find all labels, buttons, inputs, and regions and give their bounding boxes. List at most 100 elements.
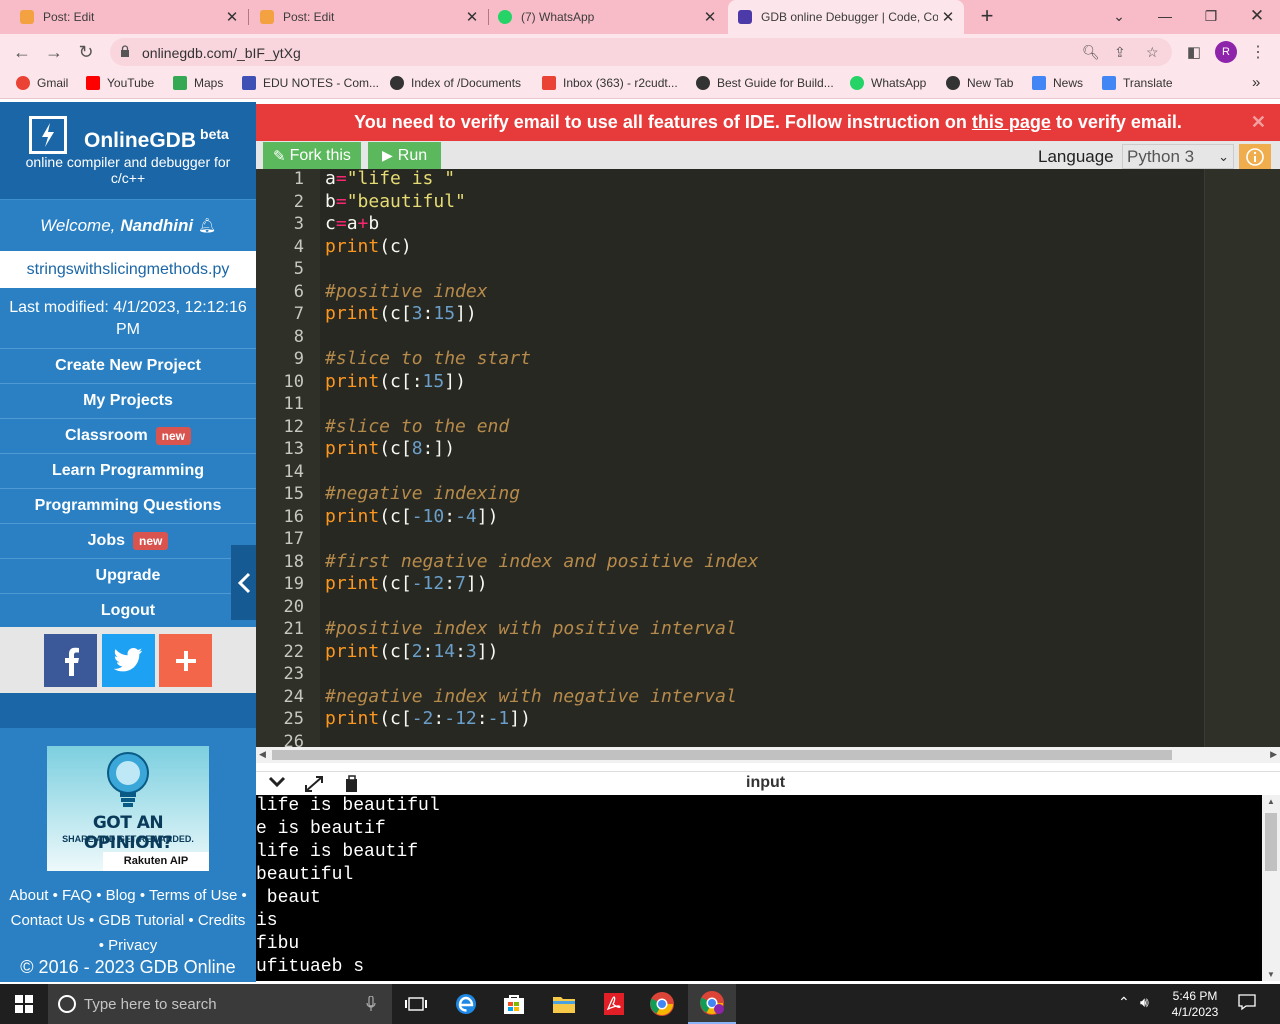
bookmark-maps[interactable]: Maps xyxy=(173,76,223,90)
browser-tab[interactable]: Post: Edit ✕ xyxy=(240,0,488,34)
bookmark-star-icon[interactable]: ☆ xyxy=(1146,44,1159,61)
task-view-icon[interactable] xyxy=(392,984,440,1024)
forward-button[interactable]: → xyxy=(40,38,68,66)
close-icon[interactable]: ✕ xyxy=(222,8,242,26)
code-line[interactable]: print(c[-2:-12:-1]) xyxy=(325,708,531,731)
bookmark-inbox[interactable]: Inbox (363) - r2cudt... xyxy=(542,76,678,90)
bookmark-news[interactable]: News xyxy=(1032,76,1083,90)
windows-start-icon[interactable] xyxy=(0,984,48,1024)
scroll-down-icon[interactable]: ▼ xyxy=(1267,970,1275,979)
verify-link[interactable]: this page xyxy=(972,112,1051,133)
microphone-icon[interactable] xyxy=(366,996,376,1012)
browser-tab-active[interactable]: GDB online Debugger | Code, Co ✕ xyxy=(728,0,964,34)
microsoft-store-icon[interactable] xyxy=(490,984,538,1024)
brand-name[interactable]: OnlineGDB beta xyxy=(84,126,229,153)
footer-links[interactable]: About • FAQ • Blog • Terms of Use • Cont… xyxy=(0,883,256,958)
share-icon[interactable]: ⇪ xyxy=(1114,44,1126,61)
volume-icon[interactable]: 🔊︎ xyxy=(1140,994,1149,1011)
run-button[interactable]: ▶ Run xyxy=(368,142,442,169)
code-line[interactable]: print(c[:15]) xyxy=(325,371,466,394)
scrollbar-thumb[interactable] xyxy=(272,750,1172,760)
vertical-scrollbar[interactable]: ▲ ▼ xyxy=(1262,795,1280,981)
chrome-profile-icon[interactable] xyxy=(688,984,736,1024)
project-filename[interactable]: stringswithslicingmethods.py xyxy=(0,251,256,288)
code-line[interactable]: c=a+b xyxy=(325,213,379,236)
advertisement[interactable]: GOT AN OPINION? SHARE AND GET REWARDED. … xyxy=(47,746,209,871)
edge-browser-icon[interactable] xyxy=(442,984,490,1024)
output-console[interactable]: life is beautiful e is beautif life is bea… xyxy=(256,795,1262,981)
code-line[interactable]: print(c[2:14:3]) xyxy=(325,641,498,664)
language-select[interactable]: Python 3 ⌄ xyxy=(1122,144,1234,169)
system-clock[interactable]: 5:46 PM 4/1/2023 xyxy=(1164,988,1226,1020)
bookmark-whatsapp[interactable]: WhatsApp xyxy=(850,76,926,90)
avatar[interactable]: R xyxy=(1215,41,1237,63)
browser-tab[interactable]: Post: Edit ✕ xyxy=(0,0,248,34)
code-line[interactable]: print(c[-12:7]) xyxy=(325,573,488,596)
side-panel-icon[interactable]: ◧ xyxy=(1180,38,1208,66)
footer-links-row[interactable]: Contact Us • GDB Tutorial • Credits xyxy=(0,908,256,933)
scroll-up-icon[interactable]: ▲ xyxy=(1267,797,1275,806)
code-line[interactable]: #positive index with positive interval xyxy=(325,618,737,641)
menu-programming-questions[interactable]: Programming Questions xyxy=(0,488,256,523)
code-line[interactable]: print(c) xyxy=(325,236,412,259)
menu-logout[interactable]: Logout xyxy=(0,593,256,628)
close-icon[interactable]: ✕ xyxy=(1251,112,1266,133)
menu-classroom[interactable]: Classroom new xyxy=(0,418,256,453)
code-area[interactable]: a="life is " b="beautiful" c=a+b print(c) #p… xyxy=(320,169,1204,747)
tab-search-icon[interactable]: ⌄ xyxy=(1096,0,1142,32)
code-line[interactable]: b="beautiful" xyxy=(325,191,466,214)
fork-button[interactable]: ✎ Fork this xyxy=(263,142,361,169)
menu-create-new-project[interactable]: Create New Project xyxy=(0,348,256,383)
scroll-right-icon[interactable]: ▶ xyxy=(1270,749,1277,760)
bookmark-best-guide[interactable]: Best Guide for Build... xyxy=(696,76,834,90)
notification-icon[interactable] xyxy=(1238,993,1256,1016)
menu-upgrade[interactable]: Upgrade xyxy=(0,558,256,593)
code-line[interactable]: #slice to the start xyxy=(325,348,531,371)
file-explorer-icon[interactable] xyxy=(540,984,588,1024)
code-line[interactable]: #slice to the end xyxy=(325,416,509,439)
back-button[interactable]: ← xyxy=(8,38,36,66)
url-input[interactable]: onlinegdb.com/_bIF_ytXg 🔍︎ ⇪ ☆ xyxy=(110,38,1172,66)
bookmark-edu-notes[interactable]: EDU NOTES - Com... xyxy=(242,76,379,90)
bookmark-gmail[interactable]: Gmail xyxy=(16,76,68,90)
code-line[interactable]: print(c[3:15]) xyxy=(325,303,477,326)
browser-tab[interactable]: (7) WhatsApp ✕ xyxy=(478,0,726,34)
footer-links-row[interactable]: About • FAQ • Blog • Terms of Use • xyxy=(0,883,256,908)
new-tab-button[interactable]: + xyxy=(964,0,1010,32)
window-close-button[interactable]: ✕ xyxy=(1234,0,1280,32)
footer-links-row[interactable]: • Privacy xyxy=(0,933,256,958)
code-line[interactable]: #positive index xyxy=(325,281,488,304)
close-icon[interactable]: ✕ xyxy=(938,8,958,26)
menu-jobs[interactable]: Jobs new xyxy=(0,523,256,558)
code-line[interactable]: print(c[-10:-4]) xyxy=(325,506,498,529)
show-hidden-icons-icon[interactable]: ⌃ xyxy=(1118,994,1130,1011)
facebook-icon[interactable] xyxy=(44,634,97,687)
plus-share-icon[interactable] xyxy=(159,634,212,687)
minimize-button[interactable]: — xyxy=(1142,0,1188,32)
close-icon[interactable]: ✕ xyxy=(700,8,720,26)
kebab-menu-icon[interactable]: ⋮ xyxy=(1244,38,1272,66)
code-line[interactable]: #first negative index and positive index xyxy=(325,551,758,574)
collapse-sidebar-button[interactable] xyxy=(231,545,256,620)
bookmark-translate[interactable]: Translate xyxy=(1102,76,1173,90)
scrollbar-thumb[interactable] xyxy=(1265,813,1277,871)
bell-icon[interactable]: 🔔︎ xyxy=(198,217,216,234)
reload-button[interactable]: ↻ xyxy=(72,38,100,66)
more-bookmarks-icon[interactable]: » xyxy=(1252,74,1260,91)
menu-my-projects[interactable]: My Projects xyxy=(0,383,256,418)
lightning-logo-icon[interactable] xyxy=(29,116,67,154)
bookmark-new-tab[interactable]: New Tab xyxy=(946,76,1013,90)
chevron-down-icon[interactable] xyxy=(268,775,286,794)
bookmark-youtube[interactable]: YouTube xyxy=(86,76,154,90)
code-line[interactable]: print(c[8:]) xyxy=(325,438,455,461)
code-line[interactable]: a="life is " xyxy=(325,169,455,191)
acrobat-icon[interactable] xyxy=(590,984,638,1024)
horizontal-scrollbar[interactable]: ◀ ▶ xyxy=(256,747,1280,763)
info-button[interactable] xyxy=(1239,144,1271,169)
zoom-icon[interactable]: 🔍︎ xyxy=(1082,44,1100,61)
taskbar-search-input[interactable]: Type here to search xyxy=(48,984,392,1024)
twitter-icon[interactable] xyxy=(102,634,155,687)
chrome-icon[interactable] xyxy=(638,984,686,1024)
bookmark-index[interactable]: Index of /Documents xyxy=(390,76,521,90)
restore-button[interactable]: ❐ xyxy=(1188,0,1234,32)
